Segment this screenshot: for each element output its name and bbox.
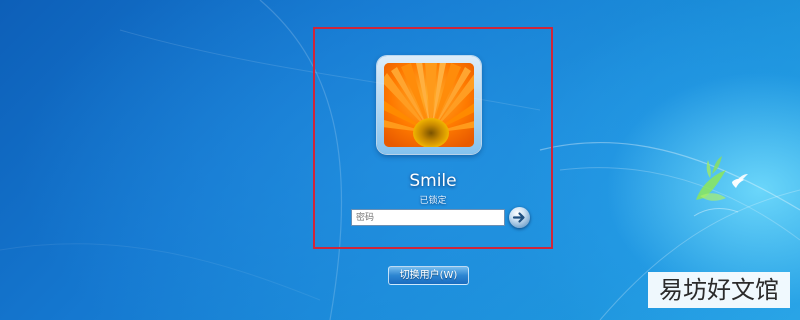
switch-user-button[interactable]: 切换用户(W)	[388, 266, 469, 285]
username-label: Smile	[409, 171, 457, 191]
locked-status-label: 已锁定	[419, 196, 447, 206]
password-input[interactable]	[351, 209, 505, 226]
windows-bird-logo-icon	[693, 156, 748, 217]
user-avatar	[377, 56, 481, 154]
avatar-flower-image	[384, 63, 474, 147]
arrow-right-icon	[512, 212, 525, 223]
site-watermark: 易坊好文馆	[648, 272, 790, 308]
submit-login-button[interactable]	[509, 207, 530, 228]
